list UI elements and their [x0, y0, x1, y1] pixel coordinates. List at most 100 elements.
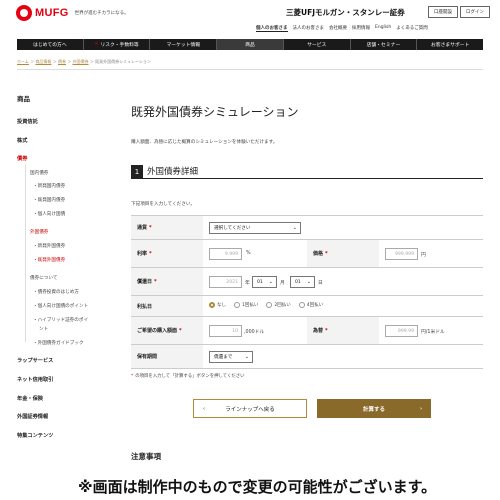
sidebar-item-domestic-new[interactable]: ・新発国内債券 — [33, 183, 65, 189]
simulation-form: 通貨 * 選択してください ⌄ 利率 * 9.999 % 価格 * 999.999 円 … — [131, 215, 483, 369]
sidebar-item-stocks[interactable]: 株式 — [17, 137, 27, 144]
currency-select[interactable]: 選択してください ⌄ — [209, 222, 301, 234]
sidebar-item-about-start[interactable]: ・債券投資のはじめ方 — [33, 289, 79, 295]
open-account-button[interactable]: 口座開設 — [428, 6, 458, 18]
breadcrumb-current: 既発外国債券シミュレーション — [95, 59, 151, 64]
payment-option-once[interactable]: 1回払い — [234, 302, 258, 308]
month-select[interactable]: 01 ⌄ — [252, 276, 277, 288]
breadcrumb-foreign-bonds[interactable]: 外国債券 — [73, 59, 89, 64]
sidebar-item-pension[interactable]: 年金・保険 — [17, 395, 43, 402]
price-input[interactable]: 999.999 — [385, 248, 418, 260]
page-title: 既発外国債券シミュレーション — [131, 105, 299, 119]
payment-option-twice[interactable]: 2回払い — [266, 302, 291, 308]
radio-icon — [234, 302, 240, 308]
sidebar-item-foreign-existing[interactable]: ・既発外国債券 — [33, 257, 65, 263]
form-instruction: 下記項目を入力してください。 — [131, 202, 196, 207]
form-note: * の項目を入力して「計算する」ボタンを押してください — [131, 374, 245, 379]
header-link-recruit[interactable]: 採用情報 — [352, 25, 370, 32]
nav-item-services[interactable]: サービス — [284, 39, 351, 50]
nav-item-branches[interactable]: 店舗・セミナー — [351, 39, 418, 50]
header-link-english[interactable]: English — [375, 25, 391, 32]
form-row-currency: 通貨 * 選択してください ⌄ — [131, 216, 483, 240]
header-link-company[interactable]: 会社概要 — [329, 25, 347, 32]
nav-label: お客さまサポート — [430, 43, 470, 48]
fx-input[interactable]: 999.99 — [385, 325, 418, 337]
global-nav: はじめての方へ ✕ リスク・手数料等 マーケット情報 商品 サービス 店舗・セミナ… — [17, 39, 483, 50]
sidebar-item-domestic-existing[interactable]: ・既発国内債券 — [33, 197, 65, 203]
day-unit: 日 — [318, 281, 323, 286]
sidebar-item-wrap[interactable]: ラップサービス — [17, 357, 53, 364]
rate-input[interactable]: 9.999 — [209, 248, 242, 260]
payment-label: 利払日 — [131, 296, 203, 316]
brand-name[interactable]: 三菱UFJモルガン・スタンレー証券 — [286, 7, 405, 18]
breadcrumb: ホーム ＞ 商品情報 ＞ 債券 ＞ 外国債券 ＞ 既発外国債券シミュレーション — [17, 59, 483, 70]
radio-selected-icon — [209, 302, 215, 308]
maturity-label: 償還日 * — [131, 268, 203, 295]
nav-label: はじめての方へ — [33, 43, 67, 48]
required-mark: * — [325, 327, 328, 334]
payment-option-none[interactable]: なし — [209, 302, 226, 308]
tagline: 世界が進むチカラになる。 — [74, 11, 129, 16]
breadcrumb-home[interactable]: ホーム — [17, 59, 29, 64]
sidebar-item-foreign-bonds[interactable]: 外国債券 — [30, 229, 48, 235]
calculate-button[interactable]: 計算する › — [317, 399, 431, 418]
sidebar-item-about-personal-points[interactable]: ・個人向け国債のポイント — [33, 303, 88, 309]
radio-icon — [298, 302, 305, 308]
fx-label: 為替 * — [307, 317, 379, 344]
nav-item-beginners[interactable]: はじめての方へ — [17, 39, 84, 50]
sidebar-item-domestic-bonds[interactable]: 国内債券 — [30, 170, 48, 176]
sidebar-item-net-credit[interactable]: ネット信用取引 — [17, 376, 53, 383]
section-header: 1 外国債券詳細 — [131, 164, 483, 179]
login-button[interactable]: ログイン — [460, 6, 490, 18]
sidebar-item-about-bonds[interactable]: 債券について — [30, 275, 57, 281]
month-unit: 月 — [280, 281, 285, 286]
cross-icon: ✕ — [94, 42, 99, 47]
sidebar-item-foreign-securities[interactable]: 外国証券情報 — [17, 413, 48, 420]
payment-option-four[interactable]: 4回払い — [298, 302, 323, 308]
sidebar-item-investment-trust[interactable]: 投資信託 — [17, 118, 38, 125]
nav-label: リスク・手数料等 — [100, 43, 139, 48]
amount-input[interactable]: 10 — [209, 325, 242, 337]
price-label: 価格 * — [307, 240, 379, 267]
header-link-corporate[interactable]: 法人のお客さま — [293, 25, 325, 32]
nav-label: 商品 — [245, 43, 255, 48]
nav-item-risk-fees[interactable]: ✕ リスク・手数料等 — [84, 39, 151, 50]
chevron-left-icon: ‹ — [203, 405, 205, 412]
back-to-lineup-button[interactable]: ‹ ラインナップへ戻る — [193, 399, 307, 418]
required-mark: * — [149, 250, 152, 257]
logo-text: MUFG — [35, 7, 69, 19]
site-header: MUFG 世界が進むチカラになる。 三菱UFJモルガン・スタンレー証券 口座開設… — [0, 0, 500, 38]
sidebar-item-foreign-new[interactable]: ・新発外国債券 — [33, 243, 65, 249]
sidebar-item-about-hybrid-cont[interactable]: ント — [39, 326, 48, 332]
sidebar-item-special[interactable]: 特集コンテンツ — [17, 432, 53, 439]
nav-label: マーケット情報 — [166, 43, 201, 48]
required-mark: * — [179, 327, 182, 334]
breadcrumb-products[interactable]: 商品情報 — [35, 59, 51, 64]
sidebar-heading: 商品 — [17, 95, 30, 103]
year-input[interactable]: 2021 — [209, 276, 242, 288]
holding-select[interactable]: 償還まで ⌄ — [209, 351, 253, 363]
required-mark: * — [154, 278, 157, 285]
amount-unit: ,000ドル — [244, 330, 265, 335]
nav-item-products[interactable]: 商品 — [217, 39, 284, 50]
header-link-faq[interactable]: よくあるご質問 — [396, 25, 428, 32]
nav-item-support[interactable]: お客さまサポート — [417, 39, 483, 50]
day-select[interactable]: 01 ⌄ — [290, 276, 315, 288]
sidebar-item-bonds[interactable]: 債券 — [17, 155, 27, 162]
form-row-payment: 利払日 なし 1回払い 2回払い 4回払い — [131, 296, 483, 317]
sidebar-item-about-hybrid[interactable]: ・ハイブリッド証券のポイ — [33, 317, 88, 323]
in-progress-banner: ※画面は制作中のもので変更の可能性がございます。 — [78, 476, 437, 497]
price-unit: 円 — [421, 253, 426, 258]
breadcrumb-bonds[interactable]: 債券 — [58, 59, 66, 64]
required-mark: * — [325, 250, 328, 257]
mufg-logo[interactable]: MUFG 世界が進むチカラになる。 — [16, 5, 129, 21]
nav-item-market[interactable]: マーケット情報 — [150, 39, 218, 50]
form-row-amount-fx: ご希望の購入額面 * 10 ,000ドル 為替 * 999.99 円/1米ドル — [131, 317, 483, 345]
sidebar-item-about-guide[interactable]: ・外国債券ガイドブック — [33, 340, 84, 346]
sidebar-item-domestic-personal[interactable]: ・個人向け国債 — [33, 211, 65, 217]
payment-radio-group: なし 1回払い 2回払い 4回払い — [209, 302, 323, 308]
chevron-down-icon: ⌄ — [306, 279, 311, 285]
section-title: 外国債券詳細 — [147, 167, 199, 177]
year-unit: 年 — [245, 281, 250, 286]
header-link-personal[interactable]: 個人のお客さま — [256, 25, 288, 32]
